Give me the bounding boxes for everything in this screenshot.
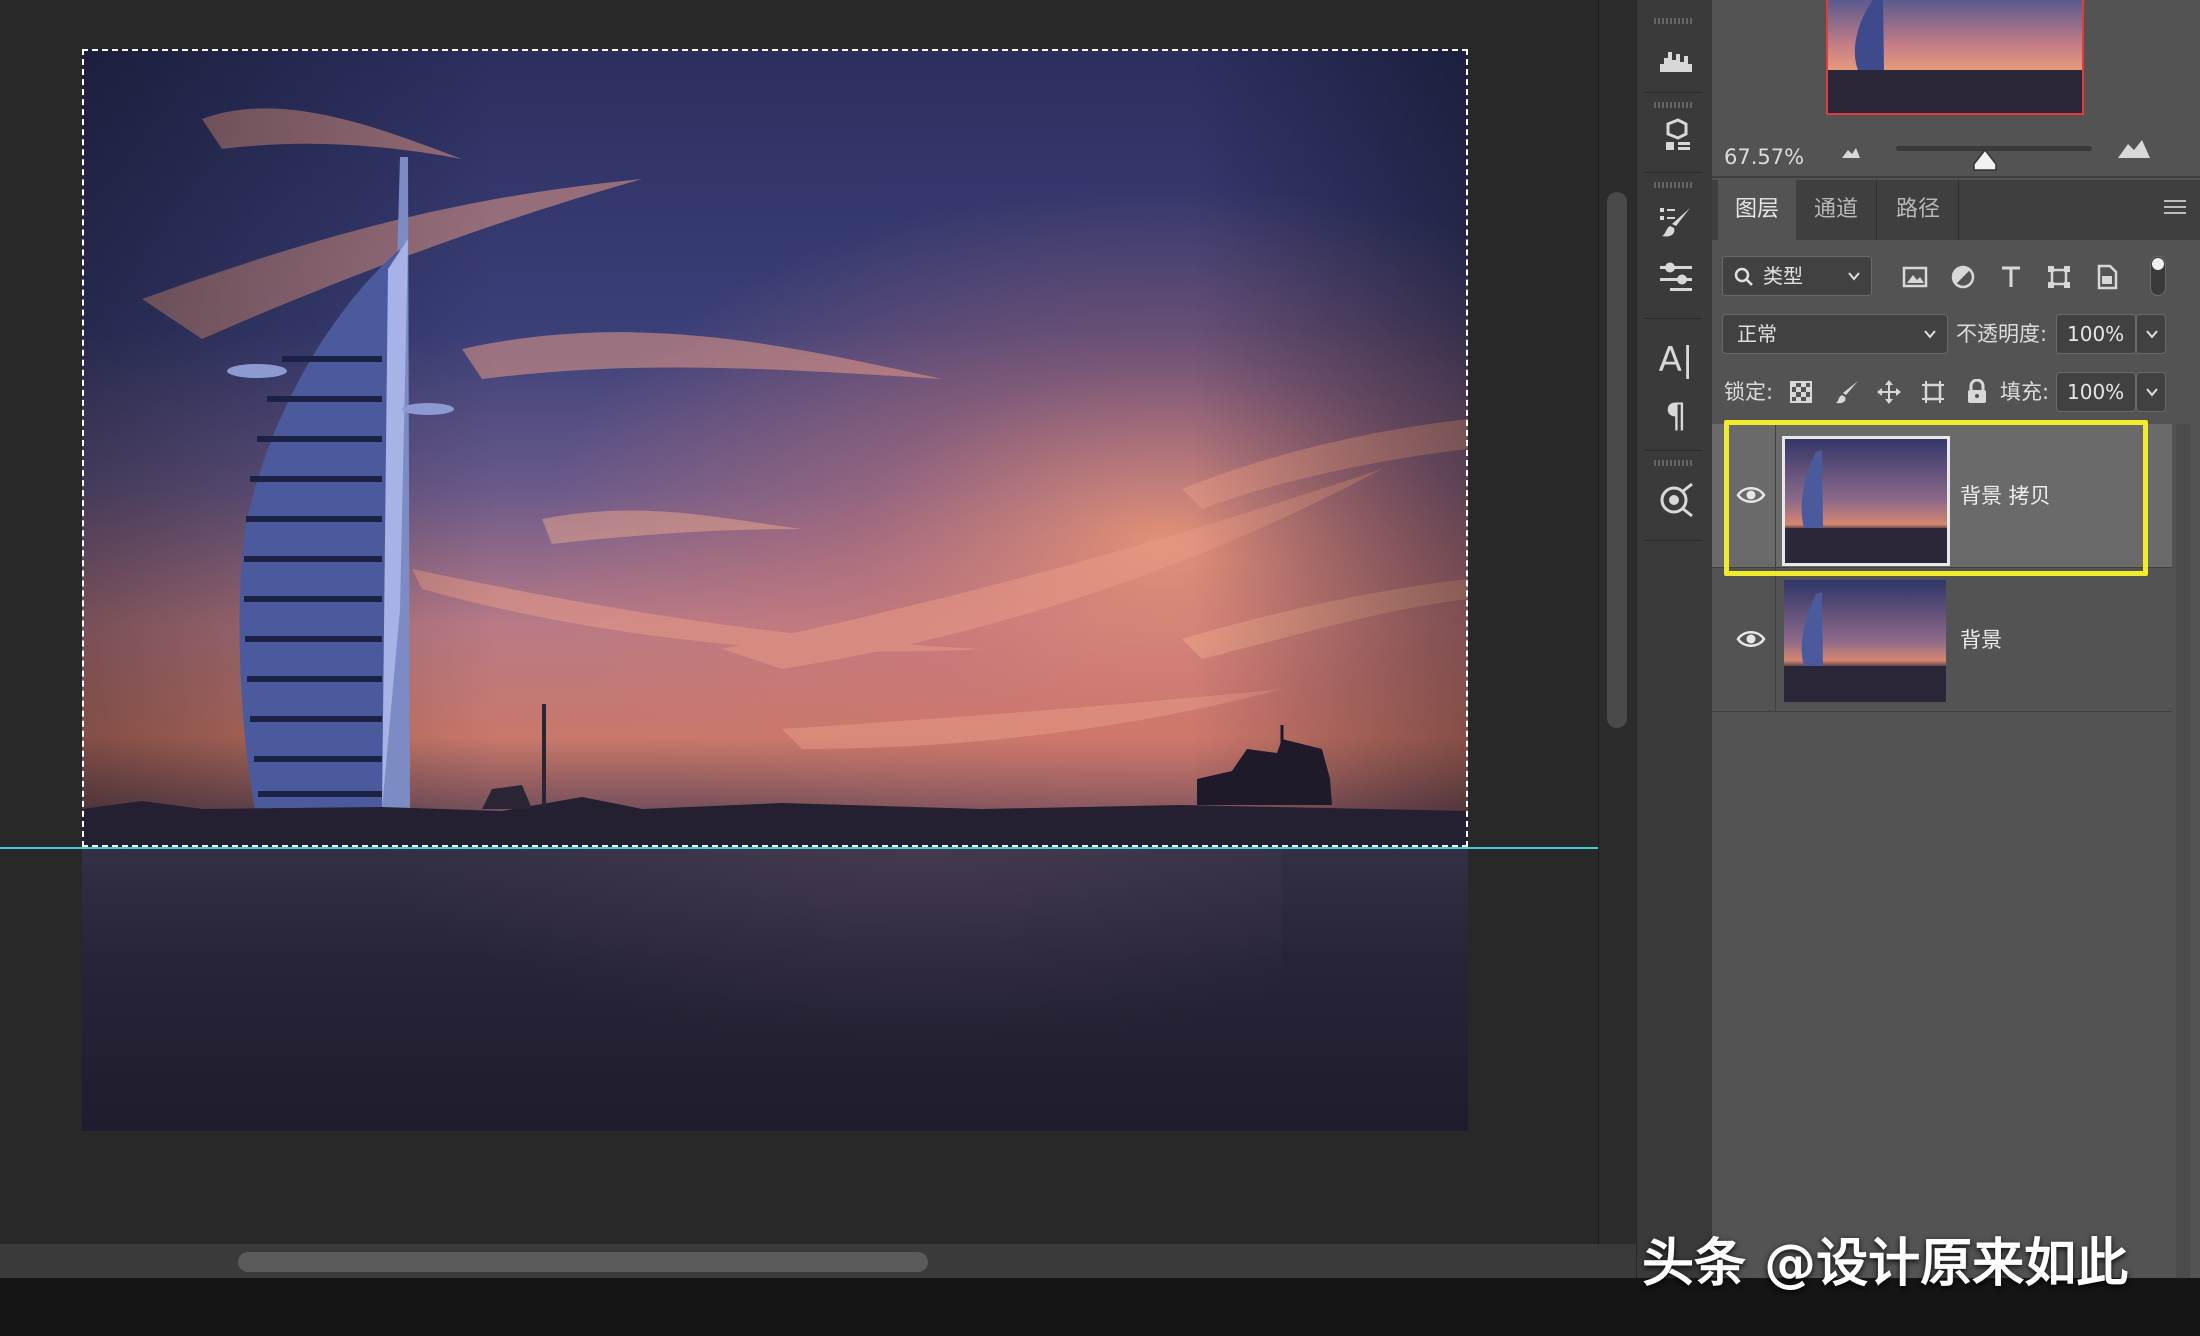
document-canvas[interactable] bbox=[82, 49, 1468, 1131]
horizontal-guide[interactable] bbox=[0, 847, 1598, 849]
water-reflection bbox=[382, 849, 1282, 1049]
opacity-label: 不透明度: bbox=[1956, 322, 2048, 346]
panel-icon-dock bbox=[1636, 0, 1714, 1278]
chevron-down-icon bbox=[1848, 272, 1860, 281]
dock-separator bbox=[1644, 172, 1702, 173]
image-filter-icon[interactable] bbox=[1900, 262, 1930, 292]
dock-grip[interactable] bbox=[1654, 182, 1692, 188]
photoshop-window: A| ¶ 67.57% 图层 通道 路径 类型 正常 不透明度: 100% 锁定… bbox=[0, 0, 2200, 1336]
character-icon[interactable]: A| bbox=[1654, 338, 1698, 382]
tab-channels[interactable]: 通道 bbox=[1796, 180, 1877, 240]
panel-divider bbox=[1712, 176, 2200, 178]
zoom-out-icon[interactable] bbox=[1840, 144, 1862, 160]
lock-position-icon[interactable] bbox=[1874, 377, 1904, 407]
layer-thumbnail[interactable] bbox=[1784, 580, 1946, 702]
lock-transparent-icon[interactable] bbox=[1786, 377, 1816, 407]
histogram-icon[interactable] bbox=[1654, 38, 1698, 82]
vertical-scrollbar-thumb[interactable] bbox=[1607, 192, 1627, 728]
search-icon bbox=[1734, 267, 1753, 286]
zoom-slider-handle[interactable] bbox=[1972, 148, 1998, 172]
burj-al-arab-photo bbox=[82, 49, 1468, 849]
dock-separator bbox=[1644, 318, 1702, 319]
brush-settings-icon[interactable] bbox=[1654, 200, 1698, 244]
zoom-in-icon[interactable] bbox=[2116, 138, 2152, 160]
dock-separator bbox=[1644, 540, 1702, 541]
type-filter-icon[interactable] bbox=[1996, 262, 2026, 292]
horizontal-scrollbar-thumb[interactable] bbox=[238, 1252, 928, 1272]
layer-list-scrollbar[interactable] bbox=[2176, 424, 2190, 1278]
fill-input[interactable]: 100% bbox=[2056, 372, 2136, 412]
paragraph-icon[interactable]: ¶ bbox=[1654, 394, 1698, 438]
layer-filter-kind: 类型 bbox=[1763, 264, 1803, 288]
tab-layers[interactable]: 图层 bbox=[1718, 180, 1796, 240]
dock-grip[interactable] bbox=[1654, 460, 1692, 466]
navigator-preview[interactable] bbox=[1826, 0, 2084, 115]
blend-mode-value: 正常 bbox=[1737, 322, 1777, 346]
adjustments-icon[interactable] bbox=[1654, 478, 1698, 522]
dock-grip[interactable] bbox=[1654, 102, 1692, 108]
tab-paths[interactable]: 路径 bbox=[1878, 180, 1959, 240]
fill-label: 填充: bbox=[2000, 380, 2050, 404]
adjustment-filter-icon[interactable] bbox=[1948, 262, 1978, 292]
layer-row-background[interactable]: 背景 bbox=[1712, 568, 2172, 712]
smart-object-filter-icon[interactable] bbox=[2092, 262, 2122, 292]
shape-filter-icon[interactable] bbox=[2044, 262, 2074, 292]
fill-dropdown[interactable] bbox=[2136, 372, 2166, 412]
lock-artboard-icon[interactable] bbox=[1918, 377, 1948, 407]
chevron-down-icon bbox=[1924, 330, 1936, 339]
3d-icon[interactable] bbox=[1654, 114, 1698, 158]
chevron-down-icon bbox=[2146, 388, 2158, 397]
filter-toggle[interactable] bbox=[2150, 256, 2166, 296]
layer-highlight-annotation bbox=[1724, 420, 2148, 576]
dock-grip[interactable] bbox=[1654, 18, 1692, 24]
chevron-down-icon bbox=[2146, 330, 2158, 339]
lock-all-icon[interactable] bbox=[1962, 377, 1992, 407]
lock-label: 锁定: bbox=[1724, 380, 1774, 404]
dock-separator bbox=[1644, 92, 1702, 93]
eye-icon[interactable] bbox=[1736, 628, 1766, 650]
watermark-text: 头条 @设计原来如此 bbox=[1642, 1234, 2129, 1294]
layer-filter-select[interactable]: 类型 bbox=[1722, 256, 1872, 296]
lock-image-icon[interactable] bbox=[1832, 377, 1862, 407]
opacity-input[interactable]: 100% bbox=[2056, 314, 2136, 354]
opacity-dropdown[interactable] bbox=[2136, 314, 2166, 354]
layer-name[interactable]: 背景 bbox=[1960, 568, 2002, 712]
canvas-area[interactable] bbox=[0, 0, 1598, 1244]
zoom-percentage[interactable]: 67.57% bbox=[1724, 140, 1824, 174]
panel-menu-icon[interactable] bbox=[2164, 200, 2186, 218]
properties-icon[interactable] bbox=[1654, 256, 1698, 300]
dock-separator bbox=[1644, 450, 1702, 451]
blend-mode-select[interactable]: 正常 bbox=[1722, 314, 1948, 354]
